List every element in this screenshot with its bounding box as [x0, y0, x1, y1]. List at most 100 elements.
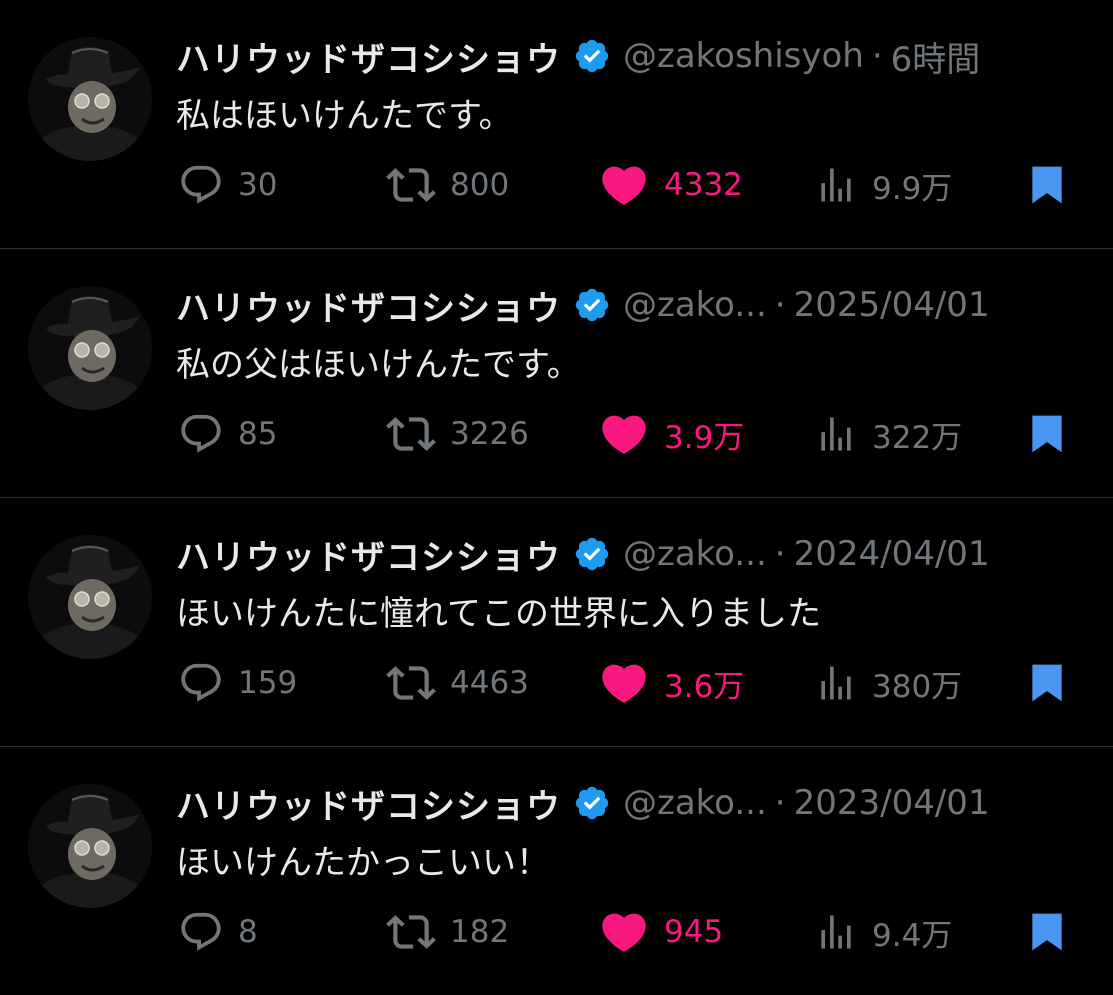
timestamp[interactable]: 2023/04/01	[794, 783, 990, 823]
reply-icon	[178, 660, 224, 706]
display-name[interactable]: ハリウッドザコシショウ	[176, 32, 561, 81]
like-icon	[598, 906, 650, 958]
action-bar: 85 3226 3.9万 322万	[0, 406, 1113, 462]
avatar-image	[28, 37, 152, 161]
tweet[interactable]: ハリウッドザコシショウ @zako... · 2023/04/01 ほいけんたか…	[0, 747, 1113, 995]
retweet-button[interactable]: 182	[386, 904, 509, 960]
reply-button[interactable]: 8	[178, 904, 258, 960]
user-handle[interactable]: @zako...	[623, 783, 767, 823]
views-button[interactable]: 322万	[814, 406, 962, 462]
avatar-image	[28, 784, 152, 908]
bookmark-button[interactable]	[1025, 655, 1069, 711]
reply-count: 8	[238, 914, 258, 950]
views-count: 322万	[872, 419, 963, 456]
timestamp[interactable]: 2024/04/01	[794, 534, 990, 574]
reply-count: 85	[238, 416, 278, 452]
tweet-text: 私はほいけんたです。	[176, 96, 513, 136]
action-bar: 30 800 4332 9.9万	[0, 157, 1113, 213]
tweet[interactable]: ハリウッドザコシショウ @zakoshisyoh · 6時間 私はほいけんたです…	[0, 0, 1113, 248]
retweet-icon	[386, 160, 436, 210]
avatar[interactable]	[28, 535, 152, 659]
bookmark-icon	[1025, 658, 1069, 708]
avatar-image	[28, 286, 152, 410]
user-handle[interactable]: @zakoshisyoh	[623, 36, 864, 76]
retweet-icon	[386, 658, 436, 708]
avatar-image	[28, 535, 152, 659]
views-button[interactable]: 9.9万	[814, 157, 952, 213]
display-name[interactable]: ハリウッドザコシショウ	[176, 530, 561, 579]
separator-dot: ·	[774, 285, 786, 325]
views-icon	[814, 910, 858, 954]
user-handle[interactable]: @zako...	[623, 285, 767, 325]
like-count: 4332	[664, 167, 743, 203]
bookmark-icon	[1025, 160, 1069, 210]
retweet-button[interactable]: 800	[386, 157, 509, 213]
tweet[interactable]: ハリウッドザコシショウ @zako... · 2025/04/01 私の父はほい…	[0, 249, 1113, 497]
separator-dot: ·	[871, 36, 883, 76]
tweet-header: ハリウッドザコシショウ @zako... · 2023/04/01	[176, 777, 1086, 829]
tweet-header: ハリウッドザコシショウ @zakoshisyoh · 6時間	[176, 30, 1086, 82]
verified-badge-icon	[573, 286, 611, 324]
bookmark-icon	[1025, 409, 1069, 459]
tweet-text: ほいけんたに憧れてこの世界に入りました	[176, 594, 821, 634]
retweet-count: 800	[450, 167, 510, 203]
like-count: 945	[664, 914, 724, 950]
reply-button[interactable]: 30	[178, 157, 277, 213]
display-name[interactable]: ハリウッドザコシショウ	[176, 779, 561, 828]
bookmark-button[interactable]	[1025, 406, 1069, 462]
views-icon	[814, 412, 858, 456]
reply-icon	[178, 909, 224, 955]
like-button[interactable]: 945	[598, 904, 723, 960]
reply-button[interactable]: 85	[178, 406, 277, 462]
tweet-text: 私の父はほいけんたです。	[176, 345, 581, 385]
avatar[interactable]	[28, 286, 152, 410]
tweet-header: ハリウッドザコシショウ @zako... · 2024/04/01	[176, 528, 1086, 580]
views-count: 9.9万	[872, 170, 953, 207]
views-button[interactable]: 9.4万	[814, 904, 952, 960]
views-count: 9.4万	[872, 917, 953, 954]
user-handle[interactable]: @zako...	[623, 534, 767, 574]
bookmark-button[interactable]	[1025, 157, 1069, 213]
like-icon	[598, 408, 650, 460]
retweet-count: 182	[450, 914, 510, 950]
retweet-count: 3226	[450, 416, 529, 452]
reply-icon	[178, 411, 224, 457]
timeline-feed: ハリウッドザコシショウ @zakoshisyoh · 6時間 私はほいけんたです…	[0, 0, 1113, 984]
like-button[interactable]: 3.9万	[598, 406, 744, 462]
action-bar: 8 182 945 9.4万	[0, 904, 1113, 960]
like-count: 3.6万	[664, 668, 745, 705]
verified-badge-icon	[573, 535, 611, 573]
action-bar: 159 4463 3.6万 380万	[0, 655, 1113, 711]
retweet-count: 4463	[450, 665, 529, 701]
retweet-button[interactable]: 3226	[386, 406, 529, 462]
timestamp[interactable]: 2025/04/01	[794, 285, 990, 325]
views-count: 380万	[872, 668, 963, 705]
tweet[interactable]: ハリウッドザコシショウ @zako... · 2024/04/01 ほいけんたに…	[0, 498, 1113, 746]
tweet-header: ハリウッドザコシショウ @zako... · 2025/04/01	[176, 279, 1086, 331]
like-button[interactable]: 4332	[598, 157, 743, 213]
bookmark-button[interactable]	[1025, 904, 1069, 960]
reply-button[interactable]: 159	[178, 655, 297, 711]
views-icon	[814, 163, 858, 207]
like-button[interactable]: 3.6万	[598, 655, 744, 711]
separator-dot: ·	[774, 534, 786, 574]
display-name[interactable]: ハリウッドザコシショウ	[176, 281, 561, 330]
views-icon	[814, 661, 858, 705]
verified-badge-icon	[573, 37, 611, 75]
timestamp[interactable]: 6時間	[891, 32, 981, 81]
reply-count: 159	[238, 665, 298, 701]
views-button[interactable]: 380万	[814, 655, 962, 711]
like-icon	[598, 657, 650, 709]
retweet-icon	[386, 409, 436, 459]
avatar[interactable]	[28, 784, 152, 908]
retweet-icon	[386, 907, 436, 957]
verified-badge-icon	[573, 784, 611, 822]
reply-icon	[178, 162, 224, 208]
like-count: 3.9万	[664, 419, 745, 456]
tweet-text: ほいけんたかっこいい！	[176, 843, 550, 883]
bookmark-icon	[1025, 907, 1069, 957]
retweet-button[interactable]: 4463	[386, 655, 529, 711]
like-icon	[598, 159, 650, 211]
avatar[interactable]	[28, 37, 152, 161]
separator-dot: ·	[774, 783, 786, 823]
